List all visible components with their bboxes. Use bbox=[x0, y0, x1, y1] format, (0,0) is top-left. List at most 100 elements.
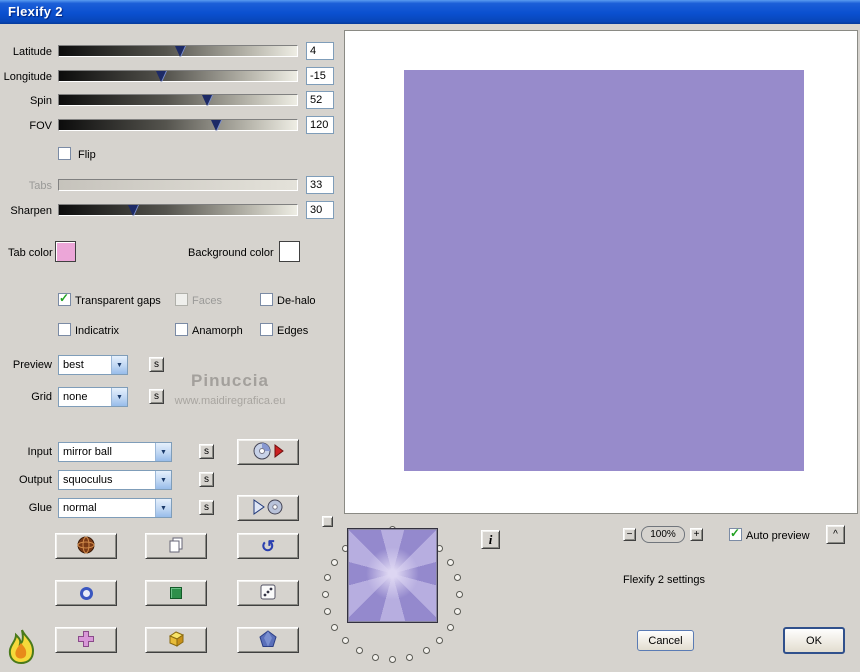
dehalo-label: De-halo bbox=[277, 295, 316, 307]
background-color-label: Background color bbox=[188, 247, 274, 259]
latitude-label: Latitude bbox=[12, 46, 52, 58]
info-button[interactable]: i bbox=[481, 530, 500, 549]
pentagon-button[interactable] bbox=[237, 627, 299, 653]
disc-arrow-icon bbox=[251, 441, 285, 464]
latitude-slider-thumb[interactable] bbox=[175, 46, 186, 57]
spin-value-input[interactable] bbox=[306, 91, 334, 109]
tab-color-swatch[interactable] bbox=[55, 241, 76, 262]
sharpen-slider[interactable] bbox=[58, 204, 298, 216]
output-s-button[interactable]: s bbox=[199, 472, 214, 487]
box-button[interactable] bbox=[145, 627, 207, 653]
copy-button[interactable] bbox=[145, 533, 207, 559]
chevron-down-icon[interactable]: ▼ bbox=[155, 443, 171, 461]
titlebar[interactable]: Flexify 2 bbox=[0, 0, 860, 24]
zoom-level: 100% bbox=[641, 526, 685, 543]
sharpen-value-input[interactable] bbox=[306, 201, 334, 219]
faces-label: Faces bbox=[192, 295, 222, 307]
sphere-button[interactable] bbox=[55, 533, 117, 559]
dice-icon bbox=[259, 583, 277, 604]
blue-pentagon-icon bbox=[258, 629, 278, 652]
copy-page-icon bbox=[167, 536, 185, 557]
longitude-value-input[interactable] bbox=[306, 67, 334, 85]
square-button[interactable] bbox=[145, 580, 207, 606]
ring-button[interactable] bbox=[55, 580, 117, 606]
spin-slider-thumb[interactable] bbox=[201, 95, 212, 106]
spin-label: Spin bbox=[29, 95, 52, 107]
blue-ring-icon bbox=[79, 586, 93, 600]
sharpen-slider-thumb[interactable] bbox=[127, 205, 138, 216]
tabs-value-input[interactable] bbox=[306, 176, 334, 194]
chevron-down-icon[interactable]: ▼ bbox=[111, 356, 127, 374]
zoom-out-button[interactable]: − bbox=[623, 528, 636, 541]
anamorph-checkbox[interactable] bbox=[175, 323, 188, 336]
output-select[interactable]: squoculus ▼ bbox=[58, 470, 172, 490]
fov-label: FOV bbox=[29, 120, 52, 132]
auto-preview-checkbox[interactable]: ✓ bbox=[729, 526, 742, 541]
tab-color-label: Tab color bbox=[8, 247, 53, 259]
dehalo-checkbox[interactable] bbox=[260, 293, 273, 306]
longitude-label: Longitude bbox=[3, 71, 52, 83]
latitude-slider[interactable] bbox=[58, 45, 298, 57]
zoom-in-button[interactable]: + bbox=[690, 528, 703, 541]
tabs-slider bbox=[58, 179, 298, 191]
flexify-dialog: Flexify 2 Latitude Longitude Spin FOV Fl… bbox=[0, 0, 860, 672]
auto-preview-label: Auto preview bbox=[746, 530, 810, 542]
flame-icon bbox=[5, 628, 39, 669]
fov-slider-thumb[interactable] bbox=[211, 120, 222, 131]
faces-checkbox bbox=[175, 293, 188, 306]
play-disc-button[interactable] bbox=[237, 495, 299, 521]
input-thumbnail[interactable] bbox=[347, 528, 438, 623]
preview-image[interactable] bbox=[404, 70, 804, 471]
play-disc-icon bbox=[251, 497, 285, 520]
input-select-label: Input bbox=[27, 446, 52, 458]
latitude-value-input[interactable] bbox=[306, 42, 334, 60]
tabs-label: Tabs bbox=[28, 180, 52, 192]
undo-arrow-icon: ↺ bbox=[260, 536, 276, 556]
ok-button[interactable]: OK bbox=[783, 627, 845, 654]
preview-area bbox=[344, 30, 858, 514]
longitude-slider-thumb[interactable] bbox=[156, 71, 167, 82]
dice-button[interactable] bbox=[237, 580, 299, 606]
cross-button[interactable] bbox=[55, 627, 117, 653]
edges-label: Edges bbox=[277, 325, 309, 337]
settings-status-text: Flexify 2 settings bbox=[623, 574, 705, 586]
input-select[interactable]: mirror ball ▼ bbox=[58, 442, 172, 462]
chevron-down-icon[interactable]: ▼ bbox=[111, 388, 127, 406]
undo-button[interactable]: ↺ bbox=[237, 533, 299, 559]
watermark-name: Pinuccia bbox=[191, 371, 269, 390]
chevron-down-icon[interactable]: ▼ bbox=[155, 499, 171, 517]
render-disc-button[interactable] bbox=[237, 439, 299, 465]
indicatrix-label: Indicatrix bbox=[75, 325, 120, 337]
glue-s-button[interactable]: s bbox=[199, 500, 214, 515]
sharpen-label: Sharpen bbox=[10, 205, 52, 217]
collapse-button[interactable]: ^ bbox=[826, 525, 845, 544]
watermark-url: www.maidiregrafica.eu bbox=[174, 395, 286, 407]
grid-select[interactable]: none ▼ bbox=[58, 387, 128, 407]
fov-value-input[interactable] bbox=[306, 116, 334, 134]
preview-s-button[interactable]: s bbox=[149, 357, 164, 372]
preview-select-label: Preview bbox=[12, 359, 52, 371]
edges-checkbox[interactable] bbox=[260, 323, 273, 336]
glue-select-label: Glue bbox=[28, 502, 52, 514]
preview-select[interactable]: best ▼ bbox=[58, 355, 128, 375]
longitude-slider[interactable] bbox=[58, 70, 298, 82]
transparent-gaps-checkbox[interactable]: ✓ bbox=[58, 291, 71, 306]
anamorph-label: Anamorph bbox=[192, 325, 243, 337]
glue-select[interactable]: normal ▼ bbox=[58, 498, 172, 518]
grid-select-label: Grid bbox=[31, 391, 52, 403]
window-title: Flexify 2 bbox=[8, 4, 63, 19]
flip-checkbox[interactable] bbox=[58, 147, 71, 160]
yellow-box-icon bbox=[166, 629, 186, 652]
input-s-button[interactable]: s bbox=[199, 444, 214, 459]
chevron-down-icon[interactable]: ▼ bbox=[155, 471, 171, 489]
flip-label: Flip bbox=[78, 149, 96, 161]
output-select-label: Output bbox=[18, 474, 52, 486]
green-square-icon bbox=[170, 587, 182, 599]
cancel-button[interactable]: Cancel bbox=[637, 630, 694, 651]
spin-slider[interactable] bbox=[58, 94, 298, 106]
transparent-gaps-label: Transparent gaps bbox=[75, 295, 161, 307]
indicatrix-checkbox[interactable] bbox=[58, 323, 71, 336]
fov-slider[interactable] bbox=[58, 119, 298, 131]
dark-sphere-icon bbox=[76, 535, 96, 558]
background-color-swatch[interactable] bbox=[279, 241, 300, 262]
